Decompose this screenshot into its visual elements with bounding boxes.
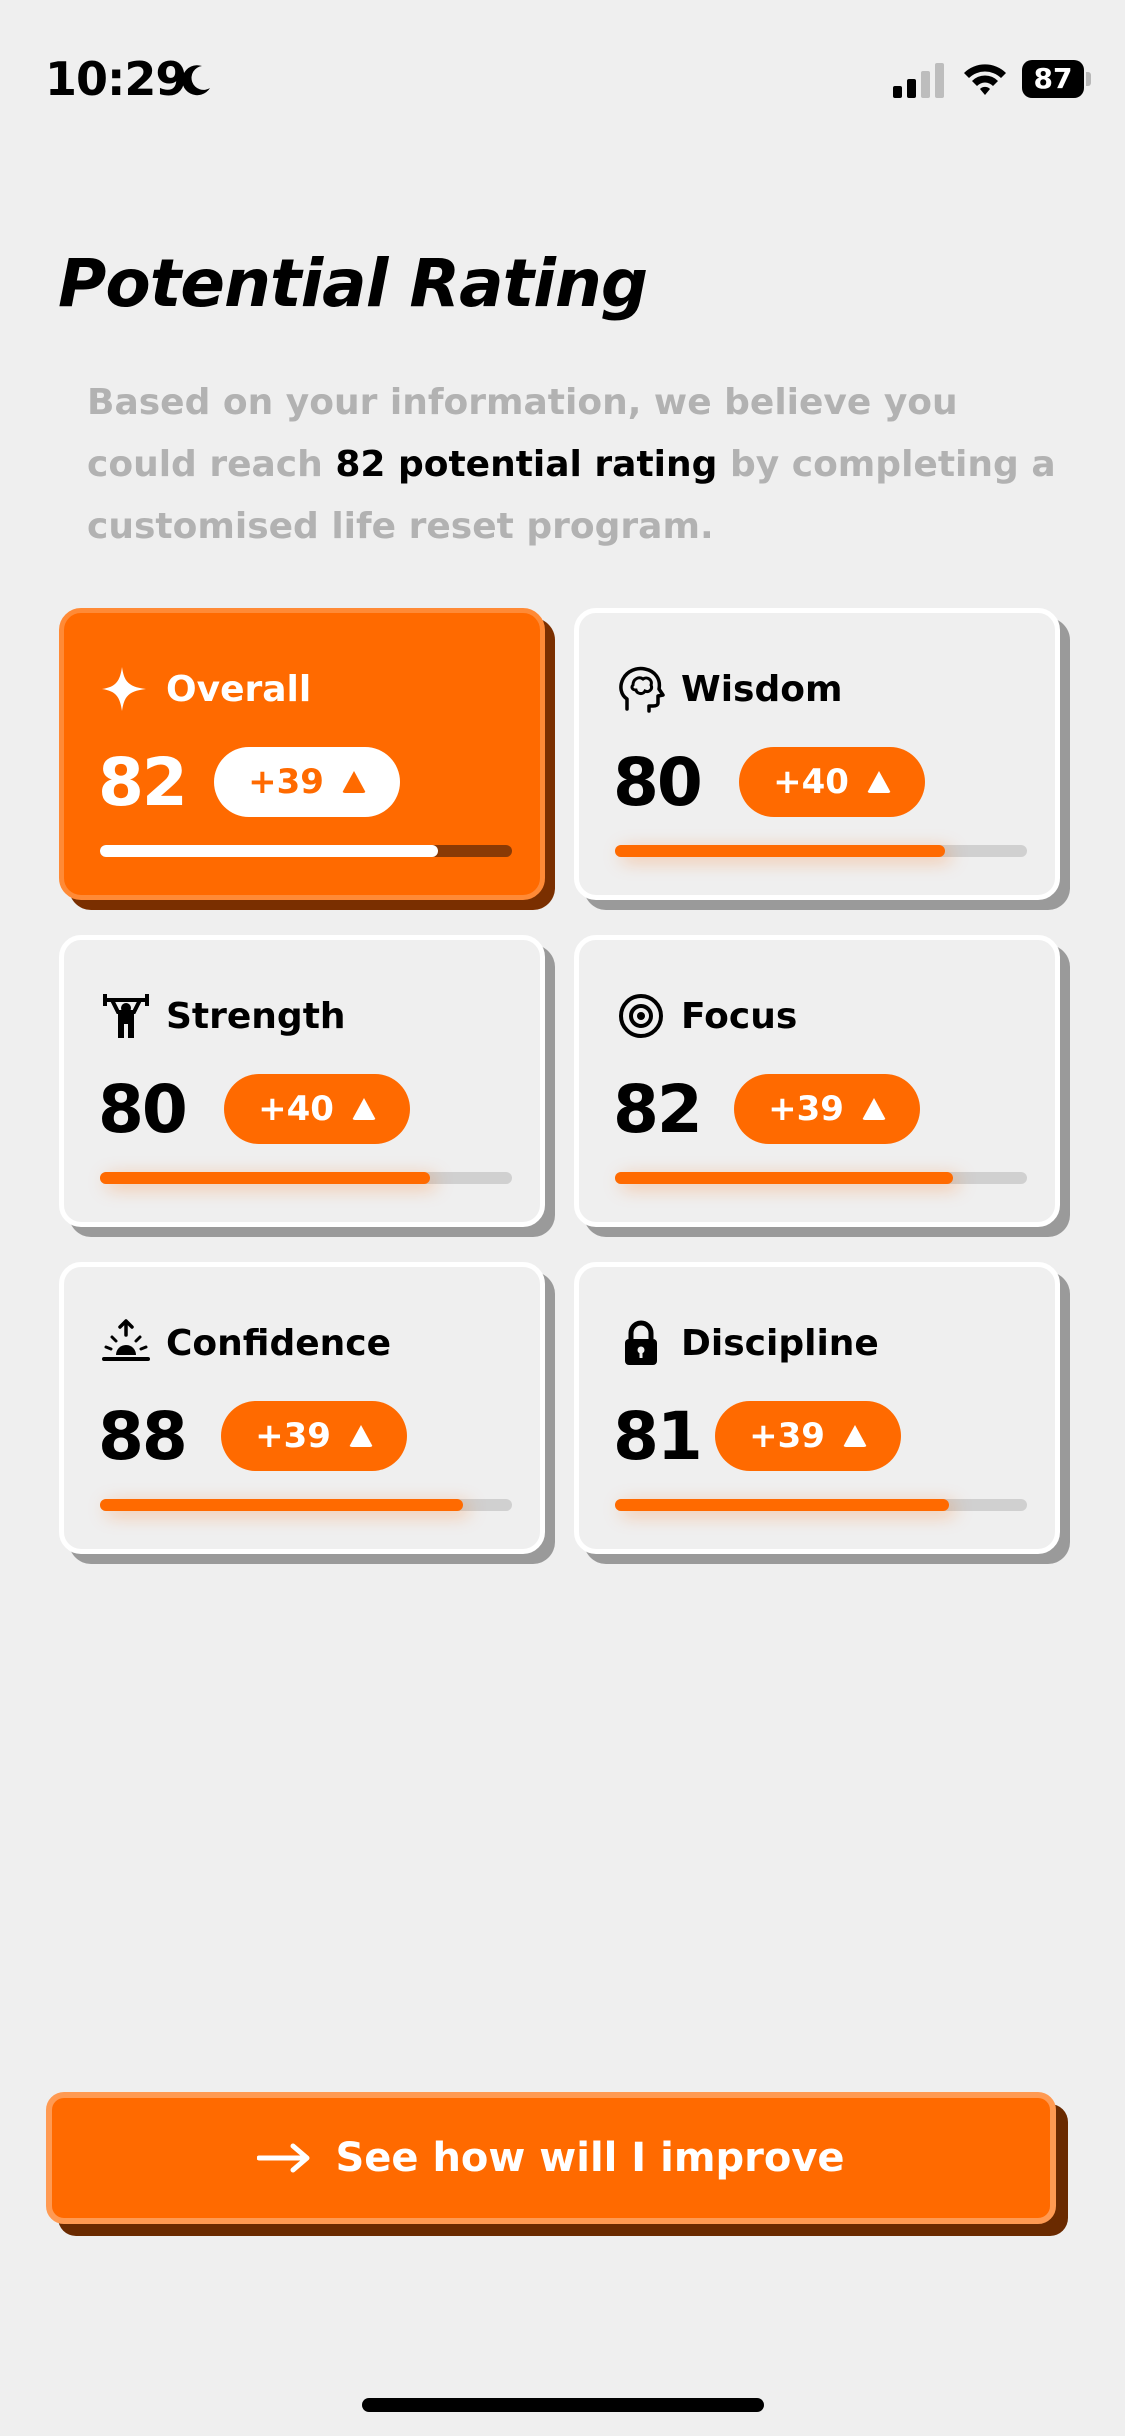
delta-value: +39 [248, 762, 324, 802]
delta-badge: +39 [221, 1401, 407, 1471]
weightlifter-icon [103, 994, 149, 1038]
sparkle-icon [102, 667, 146, 711]
card-header: Discipline [615, 1315, 879, 1371]
moon-icon [182, 65, 210, 96]
card-title: Discipline [681, 1322, 879, 1364]
card-header: Wisdom [615, 661, 843, 717]
rating-card-confidence[interactable]: Confidence 88 +39 [59, 1262, 545, 1554]
progress-fill [100, 845, 438, 857]
progress-fill [100, 1499, 463, 1511]
battery-tip [1086, 72, 1091, 86]
progress-fill [615, 845, 945, 857]
delta-badge: +39 [715, 1401, 901, 1471]
rating-card-focus[interactable]: Focus 82 +39 [574, 935, 1060, 1227]
card-header: Overall [100, 661, 311, 717]
card-score: 88 [98, 1398, 188, 1475]
description: Based on your information, we believe yo… [87, 372, 1067, 558]
rating-card-discipline[interactable]: Discipline 81 +39 [574, 1262, 1060, 1554]
target-icon [619, 994, 663, 1038]
card-score: 82 [98, 744, 188, 821]
rating-card-overall[interactable]: Overall 82 +39 [59, 608, 545, 900]
signal-icon [893, 63, 944, 98]
card-score: 82 [613, 1071, 703, 1148]
card-title: Wisdom [681, 668, 843, 710]
delta-value: +39 [749, 1416, 825, 1456]
sunrise-icon [102, 1319, 150, 1361]
card-title: Strength [166, 995, 346, 1037]
brain-head-icon [619, 666, 665, 713]
delta-value: +39 [768, 1089, 844, 1129]
rating-card-wisdom[interactable]: Wisdom 80 +40 [574, 608, 1060, 900]
progress-track [100, 1172, 512, 1184]
delta-value: +40 [258, 1089, 334, 1129]
card-score: 80 [613, 744, 703, 821]
status-time: 10:29 [45, 52, 187, 106]
up-triangle-icon [842, 1425, 867, 1447]
up-triangle-icon [866, 771, 891, 793]
card-score: 81 [613, 1398, 703, 1475]
status-bar: 10:29 87 [0, 0, 1125, 150]
progress-track [615, 1499, 1027, 1511]
delta-badge: +39 [734, 1074, 920, 1144]
card-score: 80 [98, 1071, 188, 1148]
rating-card-strength[interactable]: Strength 80 +40 [59, 935, 545, 1227]
lock-icon [625, 1320, 657, 1365]
up-triangle-icon [341, 771, 366, 793]
wifi-icon [964, 64, 1006, 95]
progress-track [615, 1172, 1027, 1184]
card-title: Confidence [166, 1322, 392, 1364]
card-header: Strength [100, 988, 346, 1044]
cta-label: See how will I improve [335, 2135, 845, 2181]
arrow-right-icon [257, 2143, 310, 2173]
progress-track [100, 1499, 512, 1511]
card-title: Overall [166, 668, 312, 710]
delta-value: +40 [773, 762, 849, 802]
up-triangle-icon [351, 1098, 376, 1120]
up-triangle-icon [861, 1098, 886, 1120]
progress-track [100, 845, 512, 857]
delta-badge: +40 [224, 1074, 410, 1144]
delta-badge: +40 [739, 747, 925, 817]
card-header: Focus [615, 988, 797, 1044]
up-triangle-icon [348, 1425, 373, 1447]
progress-fill [100, 1172, 430, 1184]
card-header: Confidence [100, 1315, 391, 1371]
see-improvement-button[interactable]: See how will I improve [46, 2092, 1056, 2224]
page-title: Potential Rating [58, 245, 648, 322]
battery-level: 87 [1022, 60, 1084, 98]
delta-value: +39 [255, 1416, 331, 1456]
description-highlight: 82 potential rating [335, 444, 718, 485]
progress-fill [615, 1172, 953, 1184]
battery-indicator: 87 [1022, 60, 1091, 98]
progress-track [615, 845, 1027, 857]
card-title: Focus [681, 995, 798, 1037]
home-indicator [362, 2398, 764, 2412]
progress-fill [615, 1499, 949, 1511]
delta-badge: +39 [214, 747, 400, 817]
